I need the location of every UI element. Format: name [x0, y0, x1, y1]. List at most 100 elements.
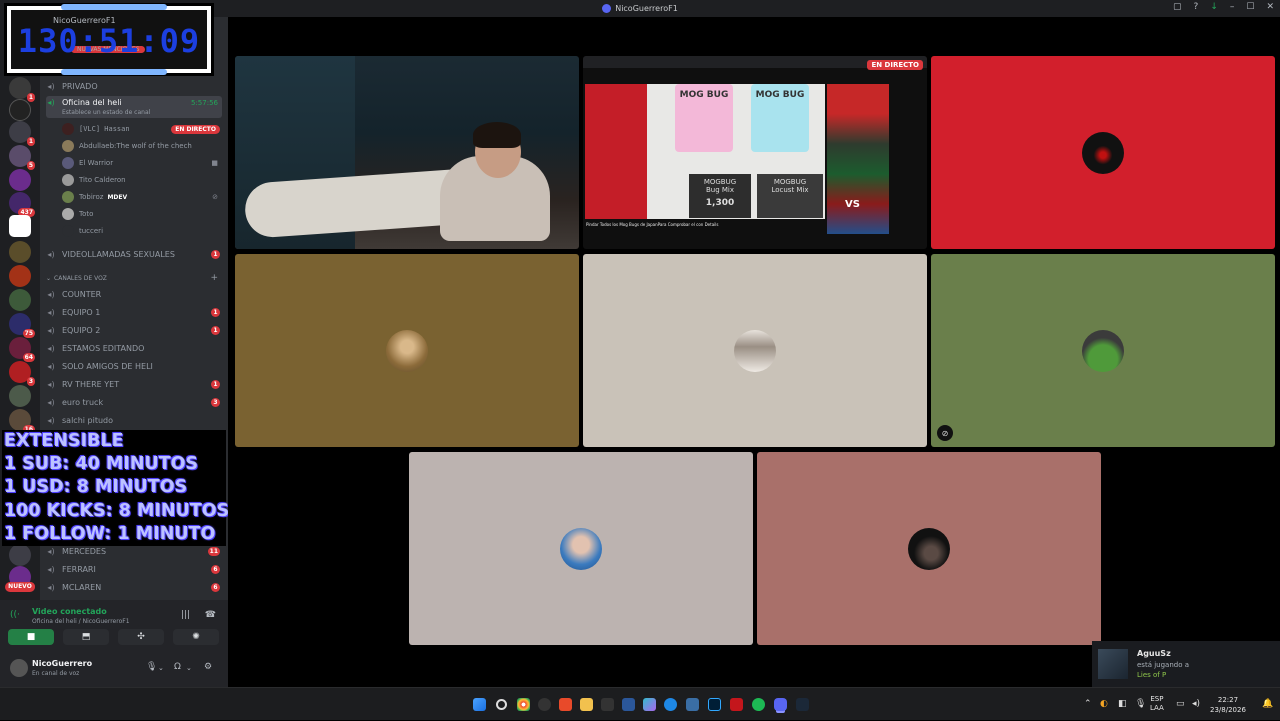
- photoshop-icon[interactable]: [708, 698, 721, 711]
- category-canales-de-voz[interactable]: ⌄ CANALES DE VOZ +: [46, 271, 222, 285]
- channel-solo-amigos[interactable]: ◂) SOLO AMIGOS DE HELI: [46, 358, 222, 374]
- tray-app-icon[interactable]: ◧: [1118, 699, 1127, 709]
- voice-user[interactable]: tucceri: [62, 223, 222, 239]
- microphone-icon[interactable]: 🎙: [1135, 699, 1146, 709]
- channel-equipo-2[interactable]: ◂) EQUIPO 2 1: [46, 322, 222, 338]
- app-icon[interactable]: [601, 698, 614, 711]
- server-icon[interactable]: 64: [9, 337, 35, 362]
- server-icon[interactable]: [9, 215, 31, 237]
- overlay-line: 1 SUB: 40 MINUTOS: [4, 454, 199, 475]
- avatar[interactable]: [10, 659, 28, 677]
- start-icon[interactable]: [473, 698, 486, 711]
- download-icon[interactable]: ↓: [1210, 2, 1218, 12]
- discord-icon[interactable]: [774, 698, 787, 711]
- server-icon[interactable]: 16: [9, 409, 35, 434]
- participant-tile[interactable]: [583, 254, 927, 447]
- app-icon[interactable]: [730, 698, 743, 711]
- brave-icon[interactable]: [559, 698, 572, 711]
- maximize-button[interactable]: ☐: [1246, 2, 1254, 12]
- participant-tile[interactable]: ⊘: [931, 254, 1275, 447]
- channel-counter[interactable]: ◂) COUNTER: [46, 286, 222, 302]
- webcam-tile[interactable]: [235, 56, 579, 249]
- server-icon[interactable]: 1: [9, 77, 35, 102]
- add-channel-icon[interactable]: +: [210, 273, 218, 283]
- channel-privado[interactable]: ◂) PRIVADO: [46, 78, 222, 94]
- server-icon[interactable]: 75: [9, 313, 35, 338]
- channel-mclaren[interactable]: ◂) MCLAREN 6: [46, 579, 222, 595]
- server-icon[interactable]: [9, 544, 31, 566]
- server-icon[interactable]: [9, 169, 31, 191]
- microphone-icon[interactable]: 🎙: [146, 662, 157, 672]
- tray-app-icon[interactable]: ◐: [1100, 699, 1108, 709]
- help-icon[interactable]: ?: [1194, 2, 1199, 12]
- channel-euro-truck[interactable]: ◂) euro truck 3: [46, 394, 222, 410]
- channel-ferrari[interactable]: ◂) FERRARI 6: [46, 561, 222, 577]
- chrome-icon[interactable]: [517, 698, 530, 711]
- speaker-icon: ◂): [47, 379, 55, 389]
- chevron-down-icon[interactable]: ⌄: [158, 664, 164, 672]
- server-icon[interactable]: [9, 241, 31, 263]
- voice-user[interactable]: Toto: [62, 206, 222, 222]
- server-icon[interactable]: 5: [9, 145, 35, 170]
- server-icon[interactable]: 437: [9, 192, 35, 217]
- inbox-icon[interactable]: ▢: [1173, 2, 1182, 12]
- language-indicator[interactable]: ESP LAA: [1150, 695, 1164, 713]
- file-explorer-icon[interactable]: [580, 698, 593, 711]
- obs-icon[interactable]: [538, 698, 551, 711]
- voice-user[interactable]: Tito Calderon: [62, 172, 222, 188]
- server-icon[interactable]: 1: [9, 121, 35, 146]
- server-icon[interactable]: 3: [9, 361, 35, 386]
- steam-icon[interactable]: [796, 698, 809, 711]
- search-icon[interactable]: [496, 699, 507, 710]
- new-servers-badge[interactable]: NUEVO: [5, 582, 35, 592]
- clock[interactable]: 22:27 23/8/2026: [1210, 695, 1246, 715]
- camera-button[interactable]: ■: [8, 629, 54, 645]
- recommended-thumbnails[interactable]: VS: [827, 84, 889, 234]
- server-icon[interactable]: [9, 289, 31, 311]
- participant-tile[interactable]: [757, 452, 1101, 645]
- channel-status[interactable]: Establece un estado de canal: [62, 109, 150, 116]
- signal-icon[interactable]: ((·: [10, 610, 20, 620]
- server-icon[interactable]: [9, 265, 31, 287]
- close-button[interactable]: ✕: [1266, 2, 1274, 12]
- word-icon[interactable]: [622, 698, 635, 711]
- volume-icon[interactable]: ◂): [1192, 699, 1200, 709]
- voice-user[interactable]: El Warrior ■: [62, 155, 222, 171]
- minimize-button[interactable]: –: [1230, 2, 1235, 12]
- channel-estamos-editando[interactable]: ◂) ESTAMOS EDITANDO: [46, 340, 222, 356]
- screen-share-tile[interactable]: MOG BUG MOG BUG MOGBUG Bug Mix 1,300 MOG…: [583, 56, 927, 249]
- participant-tile[interactable]: [931, 56, 1275, 249]
- voice-user[interactable]: Abdullaeb:The wolf of the chech: [62, 138, 222, 154]
- participant-tile[interactable]: [235, 254, 579, 447]
- window-title: NicoGuerreroF1: [602, 4, 678, 13]
- screen-share-button[interactable]: ⬒: [63, 629, 109, 645]
- edge-icon[interactable]: [664, 698, 677, 711]
- channel-videollamadas[interactable]: ◂) VIDEOLLAMADAS SEXUALES 1: [46, 246, 222, 262]
- participant-tile[interactable]: [409, 452, 753, 645]
- channel-salchi-pitudo[interactable]: ◂) salchi pitudo: [46, 412, 222, 428]
- network-icon[interactable]: ▭: [1176, 699, 1185, 709]
- voice-location[interactable]: Oficina del heli / NicoGuerreroF1: [32, 618, 130, 625]
- channel-oficina-del-heli[interactable]: ◂) Oficina del heli Establece un estado d…: [46, 96, 222, 118]
- chevron-up-icon[interactable]: ⌃: [1084, 699, 1092, 709]
- settings-gear-icon[interactable]: ⚙: [204, 662, 212, 672]
- voice-user[interactable]: Tobiroz MDEV ⊘: [62, 189, 222, 205]
- channel-equipo-1[interactable]: ◂) EQUIPO 1 1: [46, 304, 222, 320]
- server-icon[interactable]: [9, 99, 31, 121]
- activity-notification[interactable]: AguuSz está jugando a Lies of P: [1092, 641, 1280, 687]
- app-icon[interactable]: [686, 698, 699, 711]
- soundboard-button[interactable]: ✺: [173, 629, 219, 645]
- copilot-icon[interactable]: [643, 698, 656, 711]
- activities-button[interactable]: ✣: [118, 629, 164, 645]
- noise-suppression-icon[interactable]: |||: [181, 610, 190, 620]
- server-icon[interactable]: [9, 385, 31, 407]
- channel-rv-there-yet[interactable]: ◂) RV THERE YET 1: [46, 376, 222, 392]
- voice-user[interactable]: [VLC] Hassan EN DIRECTO: [62, 121, 222, 137]
- spotify-icon[interactable]: [752, 698, 765, 711]
- server-badge: 1: [26, 137, 35, 146]
- headphones-icon[interactable]: Ω: [174, 662, 181, 672]
- chevron-down-icon[interactable]: ⌄: [186, 664, 192, 672]
- notifications-icon[interactable]: 🔔: [1262, 699, 1273, 709]
- disconnect-icon[interactable]: ☎: [205, 610, 216, 620]
- speaker-icon: ◂): [47, 307, 55, 317]
